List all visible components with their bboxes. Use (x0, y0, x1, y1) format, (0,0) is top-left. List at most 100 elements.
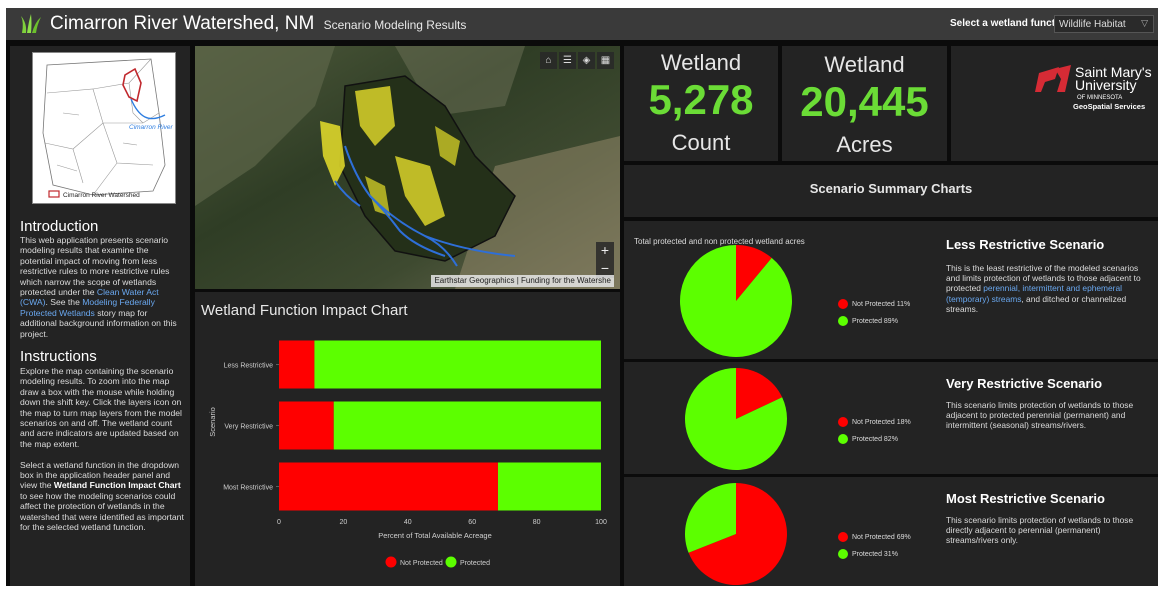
wetland-function-select[interactable]: Wildlife Habitat ▽ (1054, 15, 1154, 33)
overview-map-graphic: Cimarron River Cimarron River Watershed (42, 58, 174, 199)
y-axis-label: Scenario (208, 407, 217, 437)
impact-chart-panel: Wetland Function Impact Chart Less Restr… (195, 292, 620, 586)
legend-not-protected: Not Protected 11% (838, 299, 910, 309)
x-tick-label: 40 (404, 519, 412, 526)
protected-swatch (838, 434, 848, 444)
legend-swatch (445, 556, 457, 568)
map-toolbar: ⌂ ☰ ◈ ▦ (540, 52, 614, 70)
legend-protected-label: Protected 31% (852, 550, 898, 558)
x-tick-label: 0 (277, 519, 281, 526)
summary-header: Scenario Summary Charts (624, 165, 1158, 217)
grass-icon (21, 14, 41, 33)
bar-segment-not-protected (279, 340, 315, 389)
scenario-heading: Very Restrictive Scenario (946, 376, 1103, 391)
saint-marys-logo: Saint Mary's University OF MINNESOTA Geo… (1035, 64, 1152, 111)
instructions-bold: Wetland Function Impact Chart (53, 480, 181, 491)
watershed-overview-map: Cimarron River Cimarron River Watershed (32, 52, 176, 204)
instructions-heading: Instructions (20, 348, 97, 365)
x-axis-label: Percent of Total Available Acreage (378, 531, 492, 540)
wetland-function-value: Wildlife Habitat (1059, 19, 1126, 30)
logo-line-2: University (1075, 77, 1136, 93)
scenario-description: This is the least restrictive of the mod… (946, 263, 1151, 314)
count-label: Wetland (660, 50, 742, 75)
legend-not-protected-label: Not Protected 69% (852, 533, 911, 541)
river-label: Cimarron River (129, 124, 174, 131)
bar-segment-protected (497, 462, 601, 511)
instructions-text: Explore the map containing the scenario … (20, 366, 185, 533)
count-unit: Count (671, 130, 731, 155)
scenario-description: This scenario limits protection of wetla… (946, 515, 1134, 546)
map-attribution: Earthstar Geographics | Funding for the … (431, 275, 614, 287)
scenario-heading: Most Restrictive Scenario (946, 491, 1105, 506)
count-value: 5,278 (648, 76, 754, 123)
scenario-description: This scenario limits protection of wetla… (946, 400, 1134, 431)
impact-chart: Less Restrictive Very Restrictive Most Res… (208, 340, 607, 568)
legend-not-protected: Not Protected 18% (838, 417, 911, 427)
legend-swatch (385, 556, 397, 568)
bar-segment-not-protected (279, 462, 498, 511)
legend-label: Not Protected (400, 560, 443, 567)
left-panel: Cimarron River Cimarron River Watershed … (10, 46, 190, 586)
overview-legend-label: Cimarron River Watershed (63, 192, 140, 199)
most-restrictive-panel: Not Protected 69% Protected 31% Most Res… (624, 477, 1158, 586)
legend-protected: Protected 31% (838, 549, 898, 559)
grid-icon[interactable]: ▦ (597, 52, 614, 69)
y-tick-label: Most Restrictive (223, 485, 273, 492)
instructions-text-part: to see how the modeling scenarios could … (20, 490, 184, 533)
very-restrictive-panel: Not Protected 18% Protected 82% Very Res… (624, 362, 1158, 474)
app-title-text: Cimarron River Watershed, NM (50, 13, 315, 34)
web-map[interactable]: ⌂ ☰ ◈ ▦ + − Earthstar Geographics | Fund… (195, 46, 620, 289)
bar-segment-protected (314, 340, 601, 389)
intro-text-part: . See the (45, 297, 83, 308)
protected-swatch (838, 316, 848, 326)
legend-not-protected-label: Not Protected 11% (852, 300, 911, 308)
bar-segment-protected (333, 401, 601, 450)
not-protected-swatch (838, 532, 848, 542)
summary-title: Scenario Summary Charts (809, 181, 973, 196)
pie-slice-protected (680, 245, 792, 357)
satellite-imagery (195, 46, 620, 289)
university-logo-mark (1035, 65, 1071, 92)
logo-line-4: GeoSpatial Services (1073, 102, 1145, 111)
introduction-heading: Introduction (20, 218, 99, 235)
wetland-acres-indicator: Wetland 20,445 Acres (782, 46, 947, 161)
legend-protected: Protected 82% (838, 434, 898, 444)
bar-segment-not-protected (279, 401, 334, 450)
dashboard: Cimarron River Watershed, NM Scenario Mo… (6, 8, 1158, 586)
x-tick-label: 20 (340, 519, 348, 526)
scenario-heading: Less Restrictive Scenario (946, 237, 1105, 252)
legend-not-protected-label: Not Protected 18% (852, 418, 911, 426)
chevron-down-icon: ▽ (1141, 18, 1148, 28)
very-restrictive-pie (685, 368, 787, 470)
legend-protected-label: Protected 89% (852, 317, 898, 325)
logo-line-3: OF MINNESOTA (1077, 95, 1122, 101)
home-icon[interactable]: ⌂ (540, 52, 557, 69)
instructions-paragraph-1: Explore the map containing the scenario … (20, 366, 182, 449)
x-tick-label: 80 (533, 519, 541, 526)
introduction-text: This web application presents scenario m… (20, 235, 182, 339)
x-tick-label: 60 (468, 519, 476, 526)
list-icon[interactable]: ☰ (559, 52, 576, 69)
acres-unit: Acres (836, 132, 893, 157)
app-title: Cimarron River Watershed, NM Scenario Mo… (50, 13, 466, 35)
less-restrictive-pie (680, 245, 792, 357)
less-restrictive-panel: Total protected and non protected wetlan… (624, 221, 1158, 359)
x-tick-label: 100 (595, 519, 607, 526)
legend-label: Protected (460, 560, 490, 567)
layers-icon[interactable]: ◈ (578, 52, 595, 69)
y-tick-label: Very Restrictive (224, 424, 273, 431)
legend-not-protected: Not Protected 69% (838, 532, 911, 542)
not-protected-swatch (838, 417, 848, 427)
university-logo-panel: Saint Mary's University OF MINNESOTA Geo… (951, 46, 1158, 161)
legend-protected-label: Protected 82% (852, 435, 898, 443)
zoom-in-button[interactable]: + (596, 242, 614, 260)
wetland-count-indicator: Wetland 5,278 Count (624, 46, 778, 161)
app-header: Cimarron River Watershed, NM Scenario Mo… (6, 8, 1158, 40)
acres-label: Wetland (824, 52, 905, 77)
acres-value: 20,445 (800, 78, 929, 125)
y-tick-label: Less Restrictive (224, 363, 274, 370)
most-restrictive-pie (685, 483, 787, 585)
legend-protected: Protected 89% (838, 316, 898, 326)
protected-swatch (838, 549, 848, 559)
app-subtitle: Scenario Modeling Results (323, 18, 467, 32)
